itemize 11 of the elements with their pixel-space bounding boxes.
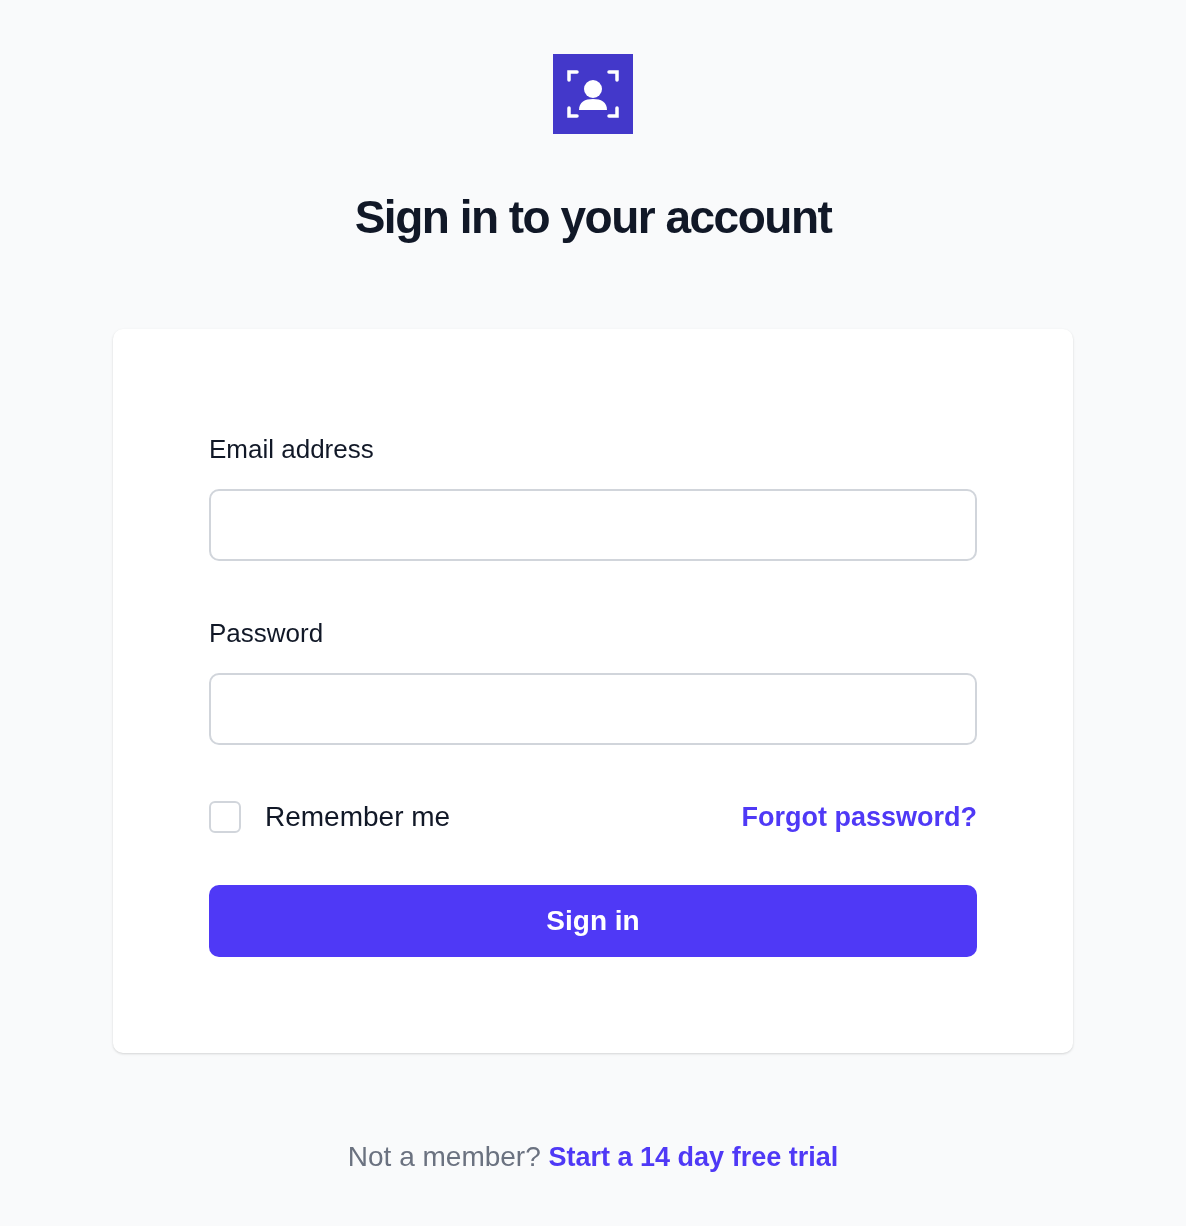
input-field[interactable] xyxy=(209,673,977,746)
page-title: Sign in to your account xyxy=(354,190,832,245)
sign-in-button[interactable]: Sign in xyxy=(209,885,977,958)
checkbox[interactable] xyxy=(209,801,241,834)
signup-prompt: Not a member? Start a 14 day free trial xyxy=(347,1141,839,1174)
checkbox-label: Remember me xyxy=(265,801,451,834)
field-label: Password xyxy=(209,617,325,650)
forgot-password-link[interactable]: Forgot password? xyxy=(741,801,977,833)
free-trial-link[interactable]: Start a 14 day free trial xyxy=(548,1142,839,1173)
input-field[interactable] xyxy=(209,489,977,562)
field-label: Email address xyxy=(209,433,375,466)
